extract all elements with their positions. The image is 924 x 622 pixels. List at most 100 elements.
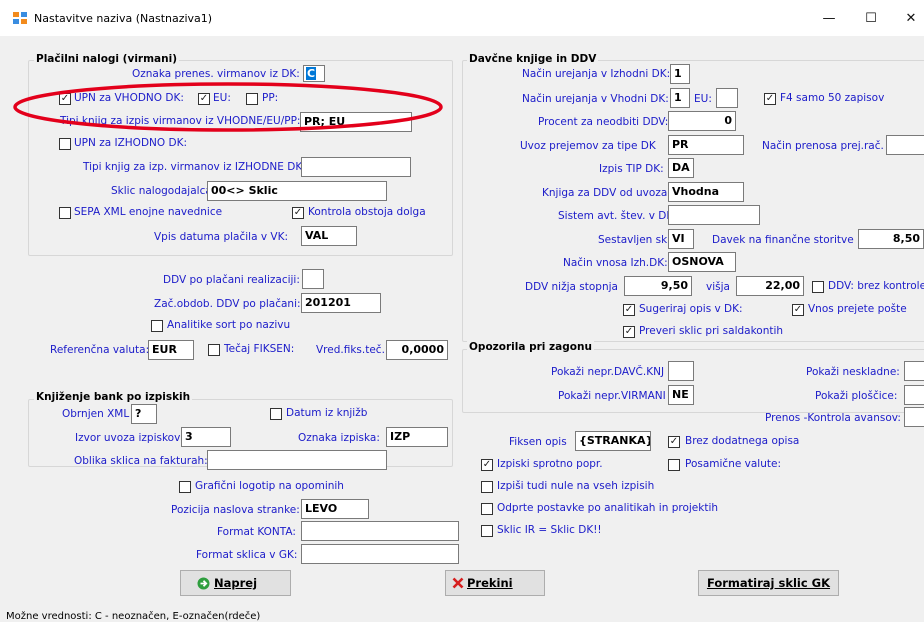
sistem-field[interactable] (668, 205, 760, 225)
brez-opisa-checkbox[interactable]: ✓ (668, 436, 680, 448)
ddv-nizja-field[interactable]: 9,50 (624, 276, 692, 296)
format-konta-label: Format KONTA: (217, 526, 296, 538)
formatiraj-label: Formatiraj sklic GK (706, 576, 831, 590)
procent-field[interactable]: 0 (668, 111, 736, 131)
sklic-ir-label: Sklic IR = Sklic DK!! (497, 524, 602, 536)
izpisi-nule-checkbox[interactable] (481, 481, 493, 493)
close-button[interactable]: ✕ (896, 10, 924, 28)
tecaj-label: Tečaj FIKSEN: (224, 343, 295, 355)
analitike-label: Analitike sort po nazivu (167, 319, 291, 331)
neskladne-field[interactable] (904, 361, 924, 381)
sklic-field[interactable]: 00<> Sklic (207, 181, 387, 201)
uvoz-field[interactable]: PR (668, 135, 744, 155)
davcne-eu-label: EU: (694, 93, 712, 105)
nacin-vnosa-field[interactable]: OSNOVA (668, 252, 736, 272)
placilni-title: Plačilni nalogi (virmani) (34, 53, 179, 65)
graficni-label: Grafični logotip na opominih (195, 480, 344, 492)
pozicija-field[interactable]: LEVO (301, 499, 369, 519)
vpis-field[interactable]: VAL (301, 226, 357, 246)
upn-izhodno-label: UPN za IZHODNO DK: (74, 137, 187, 149)
preveri-checkbox[interactable]: ✓ (623, 326, 635, 338)
uvoz-label: Uvoz prejemov za tipe DK (520, 140, 656, 152)
vnos-checkbox[interactable]: ✓ (792, 304, 804, 316)
sestavljen-label: Sestavljen sklic (598, 234, 679, 246)
tecaj-checkbox[interactable] (208, 344, 220, 356)
sistem-label: Sistem avt. štev. v DK: (558, 210, 677, 222)
davc-field[interactable] (668, 361, 694, 381)
sestavljen-field[interactable]: VI (668, 229, 694, 249)
izpis-tip-field[interactable]: DA (668, 158, 694, 178)
nacin-vh-label: Način urejanja v Vhodni DK: (522, 93, 669, 105)
ddv-real-field[interactable] (302, 269, 324, 289)
fiksen-field[interactable]: {STRANKA} (575, 431, 651, 451)
brez-opisa-label: Brez dodatnega opisa (685, 435, 800, 447)
sepa-checkbox[interactable] (59, 207, 71, 219)
izvor-field[interactable]: 3 (181, 427, 231, 447)
kontrola-checkbox[interactable]: ✓ (292, 207, 304, 219)
izpiski-checkbox[interactable]: ✓ (481, 459, 493, 471)
naprej-button[interactable]: Naprej (180, 570, 291, 596)
datum-label: Datum iz knjižb (286, 407, 368, 419)
analitike-checkbox[interactable] (151, 320, 163, 332)
davc-label: Pokaži nepr.DAVČ.KNJ (551, 366, 665, 378)
sklic-label: Sklic nalogodajalca: (111, 185, 216, 197)
oznaka-izp-field[interactable]: IZP (386, 427, 448, 447)
visja-label: višja (706, 281, 730, 293)
arrow-right-icon (197, 577, 210, 590)
close-x-icon (452, 577, 464, 589)
tipi-izhodne-field[interactable] (301, 157, 411, 177)
knjiga-label: Knjiga za DDV od uvoza: (542, 187, 671, 199)
kontrola-label: Kontrola obstoja dolga (308, 206, 426, 218)
prenos-field[interactable] (904, 407, 924, 427)
zac-obdob-field[interactable]: 201201 (301, 293, 381, 313)
upn-izhodno-checkbox[interactable] (59, 138, 71, 150)
odprte-label: Odprte postavke po analitikah in projekt… (497, 502, 719, 514)
graficni-checkbox[interactable] (179, 481, 191, 493)
sugeriraj-label: Sugeriraj opis v DK: (639, 303, 743, 315)
sklic-ir-checkbox[interactable] (481, 525, 493, 537)
format-konta-field[interactable] (301, 521, 459, 541)
oblika-label: Oblika sklica na fakturah: (74, 455, 208, 467)
f4-label: F4 samo 50 zapisov (780, 92, 885, 104)
format-sklica-field[interactable] (301, 544, 459, 564)
odprte-checkbox[interactable] (481, 503, 493, 515)
izpisi-nule-label: Izpiši tudi nule na vseh izpisih (497, 480, 655, 492)
obrnjen-field[interactable]: ? (131, 404, 157, 424)
knjiga-field[interactable]: Vhodna (668, 182, 744, 202)
oznaka-izp-label: Oznaka izpiska: (298, 432, 380, 444)
formatiraj-button[interactable]: Formatiraj sklic GK (698, 570, 839, 596)
sugeriraj-checkbox[interactable]: ✓ (623, 304, 635, 316)
nacin-vh-field[interactable]: 1 (670, 88, 690, 108)
visja-field[interactable]: 22,00 (736, 276, 804, 296)
ref-valuta-field[interactable]: EUR (148, 340, 194, 360)
nacin-vnosa-label: Način vnosa Izh.DK: (563, 257, 668, 269)
prekini-button[interactable]: Prekini (445, 570, 545, 596)
status-text: Možne vrednosti: C - neoznačen, E-označe… (6, 611, 261, 622)
nacin-prenosa-field[interactable] (886, 135, 924, 155)
oznaka-label: Oznaka prenes. virmanov iz DK: (132, 68, 300, 80)
ploscice-field[interactable] (904, 385, 924, 405)
izpiski-label: Izpiski sprotno popr. (497, 458, 603, 470)
maximize-button[interactable]: ☐ (856, 10, 886, 28)
nacin-izh-field[interactable]: 1 (670, 64, 690, 84)
f4-checkbox[interactable]: ✓ (764, 93, 776, 105)
posamicne-checkbox[interactable] (668, 459, 680, 471)
vnos-label: Vnos prejete pošte (808, 303, 907, 315)
window-title: Nastavitve naziva (Nastnaziva1) (34, 12, 213, 25)
zac-obdob-label: Zač.obdob. DDV po plačani: (154, 298, 301, 310)
izpis-tip-label: Izpis TIP DK: (599, 163, 664, 175)
davcne-eu-field[interactable] (716, 88, 738, 108)
naprej-label: Naprej (214, 576, 258, 590)
nacin-prenosa-label: Način prenosa prej.rač. (762, 140, 884, 152)
datum-checkbox[interactable] (270, 408, 282, 420)
vred-field[interactable]: 0,0000 (386, 340, 448, 360)
minimize-button[interactable]: — (814, 10, 844, 28)
annotation-ellipse (13, 82, 443, 132)
davek-label: Davek na finančne storitve (712, 234, 854, 246)
opozorila-title: Opozorila pri zagonu (467, 341, 594, 353)
davek-field[interactable]: 8,50 (858, 229, 924, 249)
brez-kontrole-checkbox[interactable] (812, 281, 824, 293)
neskladne-label: Pokaži neskladne: (806, 366, 900, 378)
virmani-field[interactable]: NE (668, 385, 694, 405)
oblika-field[interactable] (207, 450, 387, 470)
